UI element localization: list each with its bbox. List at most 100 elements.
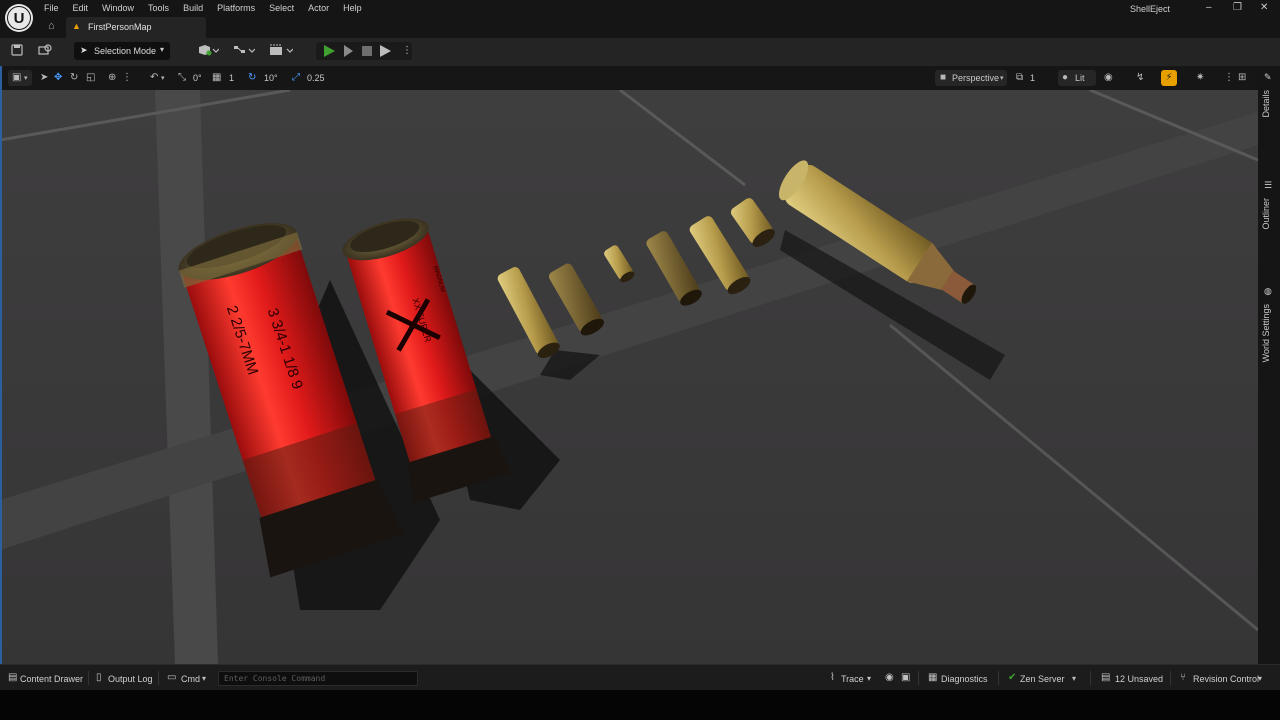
scene-render: 2 2/5-7MM 3 3/4-1 1/8 9 XX SUPER MAGNUM: [0, 90, 1258, 664]
add-actor-icon[interactable]: [196, 44, 220, 58]
main-toolbar: ➤ Selection Mode ▾ ⋮: [0, 38, 1280, 66]
save-icon[interactable]: [10, 44, 24, 58]
cmd-dropdown[interactable]: Cmd: [181, 673, 200, 685]
perspective-label: Perspective: [952, 73, 1000, 83]
layout-icon[interactable]: ⊞: [1238, 72, 1246, 84]
divider: [1090, 671, 1091, 685]
angle-snap-value[interactable]: 10°: [264, 72, 278, 84]
chevron-down-icon: ▾: [24, 75, 28, 82]
record-icon[interactable]: ◉: [885, 672, 894, 684]
content-browser-icon[interactable]: [38, 44, 52, 58]
unsaved-icon: ▤: [1101, 672, 1111, 683]
selection-mode-label: Selection Mode: [94, 46, 157, 56]
lit-sphere-icon: ●: [1062, 72, 1069, 83]
trace-icon: ⌇: [830, 672, 835, 683]
world-space-icon[interactable]: ⊕: [108, 72, 116, 84]
output-log-button[interactable]: Output Log: [108, 673, 153, 685]
outliner-icon[interactable]: ☰: [1264, 180, 1272, 191]
menu-build[interactable]: Build: [183, 2, 203, 14]
unsaved-button[interactable]: 12 Unsaved: [1115, 673, 1163, 685]
scale-tool-icon[interactable]: ◱: [86, 72, 95, 84]
tab-outliner[interactable]: Outliner: [1261, 198, 1271, 230]
scale-snap-icon[interactable]: ⤢: [292, 72, 300, 84]
diagnostics-icon: ▦: [928, 672, 938, 683]
play-controls: ⋮: [316, 42, 412, 60]
details-icon[interactable]: ✎: [1264, 72, 1272, 83]
console-icon: ▭: [167, 672, 177, 683]
menu-platforms[interactable]: Platforms: [217, 2, 255, 14]
content-drawer-button[interactable]: Content Drawer: [20, 673, 83, 685]
realtime-icon[interactable]: ↯: [1136, 72, 1144, 84]
level-viewport[interactable]: 2 2/5-7MM 3 3/4-1 1/8 9 XX SUPER MAGNUM: [0, 90, 1258, 664]
tab-first-person-map[interactable]: ▲ FirstPersonMap: [66, 17, 206, 38]
grid-snap-value[interactable]: 1: [229, 72, 234, 84]
select-tool-icon[interactable]: ➤: [40, 72, 48, 84]
main-menu: File Edit Window Tools Build Platforms S…: [44, 2, 376, 14]
close-button[interactable]: ✕: [1260, 2, 1268, 13]
content-drawer-icon: ▤: [8, 672, 18, 683]
menu-edit[interactable]: Edit: [73, 2, 89, 14]
output-log-icon: ▯: [96, 672, 102, 683]
screenshot-icon[interactable]: ▣: [901, 672, 910, 684]
surface-snap-icon[interactable]: ↶: [150, 72, 158, 84]
selection-mode-dropdown[interactable]: ➤ Selection Mode ▾: [74, 42, 170, 60]
tab-label: FirstPersonMap: [88, 22, 152, 32]
menu-help[interactable]: Help: [343, 2, 362, 14]
divider: [998, 671, 999, 685]
chevron-down-icon: ▾: [202, 674, 207, 683]
more-options-icon[interactable]: ⋮: [122, 72, 132, 84]
status-bar: ▤ Content Drawer ▯ Output Log ▭ Cmd ▾ ⌇ …: [0, 664, 1280, 690]
world-settings-icon[interactable]: ◍: [1264, 286, 1272, 297]
camera-speed-value[interactable]: 1: [1030, 72, 1035, 84]
menu-actor[interactable]: Actor: [308, 2, 329, 14]
rotation-snap-icon[interactable]: ⤡: [178, 72, 186, 84]
tab-world-settings[interactable]: World Settings: [1261, 304, 1271, 362]
chevron-down-icon: ▾: [1258, 674, 1263, 683]
play-icon[interactable]: [324, 45, 336, 57]
divider: [158, 671, 159, 685]
minimize-button[interactable]: –: [1206, 2, 1212, 13]
camera-speed-icon[interactable]: ⧉: [1016, 72, 1023, 84]
menu-select[interactable]: Select: [269, 2, 294, 14]
cinematics-icon[interactable]: [268, 44, 294, 58]
trace-dropdown[interactable]: Trace: [841, 673, 864, 685]
viewport-settings-icon[interactable]: ✷: [1196, 72, 1204, 84]
chevron-down-icon: ▾: [867, 674, 872, 683]
menu-tools[interactable]: Tools: [148, 2, 169, 14]
menu-window[interactable]: Window: [102, 2, 134, 14]
console-command-field[interactable]: [218, 671, 418, 686]
taskbar-area: [0, 690, 1280, 720]
divider: [918, 671, 919, 685]
revision-control-icon: ⑂: [1180, 672, 1186, 683]
tab-details[interactable]: Details: [1261, 90, 1271, 118]
launch-icon[interactable]: [380, 45, 392, 57]
app-title: ShellEject: [1130, 4, 1171, 14]
restore-button[interactable]: ❐: [1233, 2, 1242, 13]
cursor-icon: ➤: [80, 45, 88, 55]
advance-frame-icon[interactable]: [344, 45, 356, 57]
zen-server-icon: ✔: [1008, 672, 1017, 683]
revision-control-dropdown[interactable]: Revision Control: [1193, 673, 1259, 685]
title-bar: U File Edit Window Tools Build Platforms…: [0, 0, 1280, 38]
zen-server-button[interactable]: Zen Server: [1020, 673, 1065, 685]
home-icon[interactable]: ⌂: [48, 20, 60, 32]
snap-toggle-icon[interactable]: ⚡: [1161, 70, 1177, 86]
scale-snap-value[interactable]: 0.25: [307, 72, 325, 84]
grid-snap-icon[interactable]: ▦: [212, 72, 221, 84]
angle-snap-icon[interactable]: ↻: [248, 72, 256, 84]
diagnostics-button[interactable]: Diagnostics: [941, 673, 988, 685]
viewport-menu-icon: ▣: [12, 72, 22, 83]
menu-file[interactable]: File: [44, 2, 59, 14]
stop-icon[interactable]: [362, 45, 374, 57]
viewport-toolbar: ▣ ▾ ➤ ✥ ↻ ◱ ⊕ ⋮ ↶ ▾ ⤡ 0° ▦ 1 ↻ 10° ⤢ 0.2…: [0, 66, 1258, 90]
rotation-snap-value[interactable]: 0°: [193, 72, 202, 84]
more-options-icon[interactable]: ⋮: [402, 45, 414, 57]
more-options-icon[interactable]: ⋮: [1224, 72, 1234, 84]
rotate-tool-icon[interactable]: ↻: [70, 72, 78, 84]
translate-tool-icon[interactable]: ✥: [54, 72, 62, 84]
chevron-down-icon: ▾: [161, 75, 165, 82]
console-input[interactable]: [219, 672, 417, 685]
unreal-logo-icon[interactable]: U: [5, 4, 33, 32]
blueprint-icon[interactable]: [232, 44, 256, 58]
show-flags-icon[interactable]: ◉: [1104, 72, 1113, 84]
